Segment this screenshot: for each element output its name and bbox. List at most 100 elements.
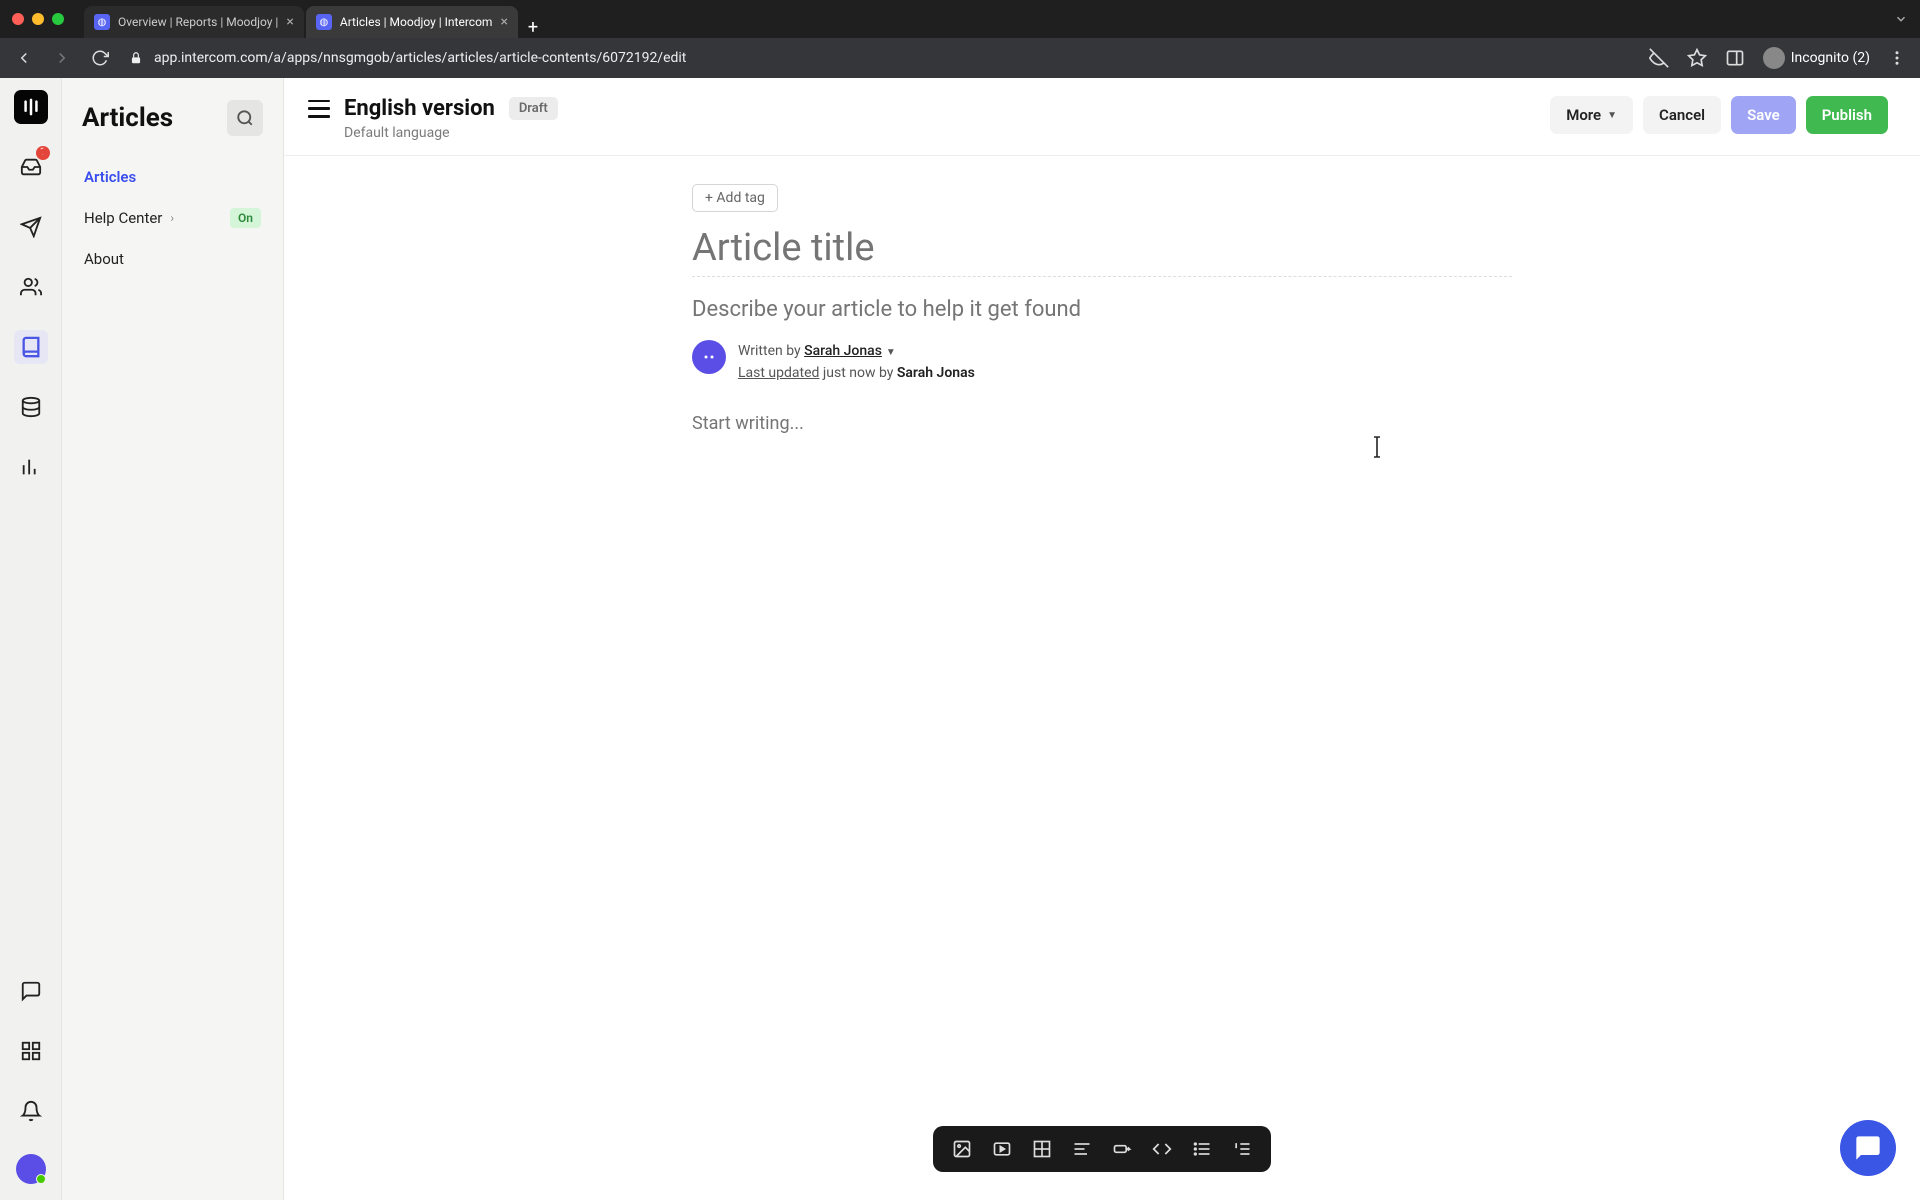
written-by-prefix: Written by [738,343,804,359]
sidebar-item-label: Articles [84,168,136,186]
cancel-button[interactable]: Cancel [1643,96,1721,134]
sidebar-item-label: About [84,250,124,268]
sidebar-nav: Articles Help Center › On About [62,158,283,278]
chevron-down-icon[interactable] [1894,12,1908,26]
browser-url-bar: app.intercom.com/a/apps/nnsgmgob/article… [0,38,1920,78]
rail-reports[interactable] [14,450,48,484]
sidebar-header: Articles [62,100,283,158]
article-body-input[interactable] [692,413,1512,434]
last-updated-when: just now by [819,365,896,381]
rail-contacts[interactable] [14,270,48,304]
close-window-icon[interactable] [12,13,24,25]
insert-video-button[interactable] [987,1134,1017,1164]
caret-down-icon: ▼ [886,347,896,358]
rail-notifications[interactable] [14,1094,48,1128]
article-description-input[interactable] [692,297,1512,322]
author-name-dropdown[interactable]: Sarah Jonas [804,343,882,359]
back-button[interactable] [14,48,34,68]
rail-outbound[interactable] [14,210,48,244]
tab-title: Articles | Moodjoy | Intercom [340,15,493,29]
save-label: Save [1747,106,1780,124]
publish-label: Publish [1822,106,1872,124]
close-tab-icon[interactable]: × [500,14,507,30]
caret-down-icon: ▼ [1607,110,1617,121]
search-button[interactable] [227,100,263,136]
updated-by-name: Sarah Jonas [897,365,975,381]
sidebar-title: Articles [82,103,173,133]
more-label: More [1566,106,1601,124]
save-button[interactable]: Save [1731,96,1796,134]
window-controls [12,13,64,25]
star-icon[interactable] [1687,48,1707,68]
maximize-window-icon[interactable] [52,13,64,25]
user-avatar[interactable] [16,1154,46,1184]
intercom-favicon-icon: ◍ [94,14,110,30]
forward-button[interactable] [52,48,72,68]
bullet-list-button[interactable] [1187,1134,1217,1164]
author-block: Written by Sarah Jonas▼ Last updated jus… [692,340,1512,385]
main-content: English version Draft Default language M… [284,78,1920,1200]
chevron-right-icon: › [170,211,174,225]
browser-tabs: ◍ Overview | Reports | Moodjoy | × ◍ Art… [84,0,546,38]
rail-messages[interactable] [14,974,48,1008]
add-tag-button[interactable]: + Add tag [692,184,778,212]
lock-icon [128,50,144,66]
add-tag-label: + Add tag [705,190,765,206]
insert-image-button[interactable] [947,1134,977,1164]
rail-articles[interactable] [14,330,48,364]
last-updated-line: Last updated just now by Sarah Jonas [738,362,975,384]
rail-apps[interactable] [14,1034,48,1068]
article-title-input[interactable] [692,226,1512,277]
reload-button[interactable] [90,48,110,68]
numbered-list-button[interactable] [1227,1134,1257,1164]
browser-tab-1[interactable]: ◍ Overview | Reports | Moodjoy | × [84,6,304,38]
tab-title: Overview | Reports | Moodjoy | [118,15,278,29]
minimize-window-icon[interactable] [32,13,44,25]
version-subtitle: Default language [344,125,558,141]
nav-rail: 1 [0,78,62,1200]
editor-area: + Add tag Written by Sarah Jonas▼ Last u… [284,156,1920,1200]
sidebar-item-about[interactable]: About [72,240,273,278]
menu-icon[interactable] [1888,49,1906,67]
version-title: English version [344,96,495,121]
sidebar-item-label: Help Center [84,209,162,227]
browser-tab-strip: ◍ Overview | Reports | Moodjoy | × ◍ Art… [0,0,1920,38]
eye-off-icon[interactable] [1649,48,1669,68]
last-updated-link[interactable]: Last updated [738,365,819,381]
code-block-button[interactable] [1147,1134,1177,1164]
publish-button[interactable]: Publish [1806,96,1888,134]
written-by-line: Written by Sarah Jonas ▼ [738,340,975,362]
draft-badge: Draft [509,97,558,120]
browser-tab-2[interactable]: ◍ Articles | Moodjoy | Intercom × [306,6,518,38]
insert-button-button[interactable] [1107,1134,1137,1164]
rail-data[interactable] [14,390,48,424]
format-toolbar [933,1126,1271,1172]
notification-dot-icon [41,148,48,155]
more-button[interactable]: More ▼ [1550,96,1633,134]
hamburger-icon[interactable] [308,100,330,118]
intercom-chat-launcher[interactable] [1840,1120,1896,1176]
cancel-label: Cancel [1659,106,1705,124]
incognito-label: Incognito (2) [1791,50,1870,66]
editor-topbar: English version Draft Default language M… [284,78,1920,156]
intercom-favicon-icon: ◍ [316,14,332,30]
incognito-badge[interactable]: Incognito (2) [1763,47,1870,69]
new-tab-button[interactable]: + [520,17,546,38]
author-avatar-icon [692,340,726,374]
incognito-icon [1763,47,1785,69]
url-field[interactable]: app.intercom.com/a/apps/nnsgmgob/article… [128,50,1631,66]
sidebar: Articles Articles Help Center › On About [62,78,284,1200]
sidebar-item-help-center[interactable]: Help Center › On [72,198,273,238]
url-bar-icons: Incognito (2) [1649,47,1906,69]
align-left-button[interactable] [1067,1134,1097,1164]
app-frame: 1 Articles [0,78,1920,1200]
url-text: app.intercom.com/a/apps/nnsgmgob/article… [154,50,686,66]
insert-table-button[interactable] [1027,1134,1057,1164]
sidebar-item-articles[interactable]: Articles [72,158,273,196]
rail-inbox[interactable]: 1 [14,150,48,184]
panel-icon[interactable] [1725,48,1745,68]
status-badge-on: On [230,208,261,228]
intercom-logo-icon[interactable] [14,90,48,124]
close-tab-icon[interactable]: × [286,14,293,30]
topbar-actions: More ▼ Cancel Save Publish [1550,96,1888,134]
